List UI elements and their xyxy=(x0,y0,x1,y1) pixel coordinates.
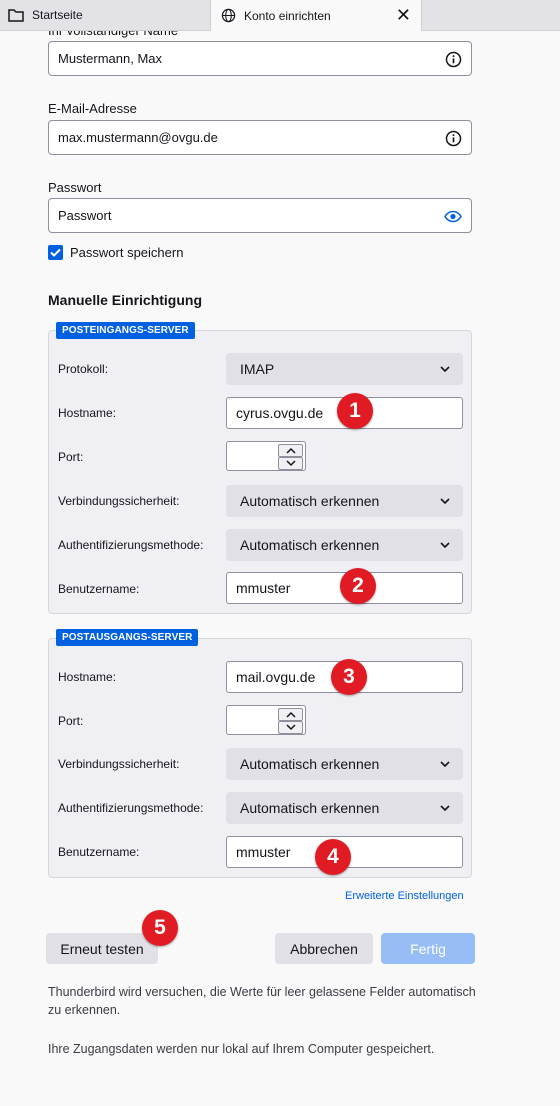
outgoing-auth-value: Automatisch erkennen xyxy=(240,800,380,816)
outgoing-security-select[interactable]: Automatisch erkennen xyxy=(226,748,463,780)
marker-2: 2 xyxy=(340,568,376,604)
retest-button[interactable]: Erneut testen xyxy=(46,933,158,964)
port-spinner[interactable] xyxy=(278,444,303,470)
save-password-label: Passwort speichern xyxy=(70,245,184,260)
tab-bar: Startseite Konto einrichten ✕ xyxy=(0,0,560,31)
incoming-security-value: Automatisch erkennen xyxy=(240,493,380,509)
outgoing-auth-select[interactable]: Automatisch erkennen xyxy=(226,792,463,824)
advanced-settings-link[interactable]: Erweiterte Einstellungen xyxy=(345,890,464,902)
chevron-down-icon xyxy=(440,542,450,549)
outgoing-port-label: Port: xyxy=(58,714,84,728)
protocol-label: Protokoll: xyxy=(58,362,109,376)
spin-down-button[interactable] xyxy=(278,457,303,470)
manual-setup-title: Manuelle Einrichtigung xyxy=(48,292,203,308)
info-icon[interactable] xyxy=(445,51,462,68)
tab-startseite-label: Startseite xyxy=(32,8,83,22)
marker-4: 4 xyxy=(315,839,351,875)
incoming-hostname-label: Hostname: xyxy=(58,406,117,420)
incoming-auth-label: Authentifizierungsmethode: xyxy=(58,538,204,552)
save-password-checkbox[interactable] xyxy=(48,245,63,260)
checkmark-icon xyxy=(50,248,61,257)
password-label: Passwort xyxy=(48,180,102,195)
chevron-down-icon xyxy=(285,460,296,467)
marker-1: 1 xyxy=(337,393,373,429)
chevron-down-icon xyxy=(440,498,450,505)
tab-konto-einrichten[interactable]: Konto einrichten ✕ xyxy=(210,0,422,31)
chevron-up-icon xyxy=(285,711,296,718)
incoming-security-select[interactable]: Automatisch erkennen xyxy=(226,485,463,517)
outgoing-username-value: mmuster xyxy=(236,844,291,860)
password-value: Passwort xyxy=(58,208,112,223)
incoming-username-value: mmuster xyxy=(236,580,291,596)
incoming-auth-value: Automatisch erkennen xyxy=(240,537,380,553)
folder-icon xyxy=(8,9,24,22)
spin-up-button[interactable] xyxy=(278,708,303,721)
outgoing-username-label: Benutzername: xyxy=(58,845,140,859)
chevron-down-icon xyxy=(440,805,450,812)
outgoing-security-label: Verbindungssicherheit: xyxy=(58,757,180,771)
autodetect-note: Thunderbird wird versuchen, die Werte fü… xyxy=(48,985,476,1017)
close-icon[interactable]: ✕ xyxy=(396,6,411,24)
done-button[interactable]: Fertig xyxy=(381,933,475,964)
chevron-down-icon xyxy=(285,724,296,731)
password-field[interactable]: Passwort xyxy=(48,198,472,233)
outgoing-server-badge: POSTAUSGANGS-SERVER xyxy=(56,629,199,646)
spin-up-button[interactable] xyxy=(278,444,303,457)
name-value: Mustermann, Max xyxy=(58,51,163,66)
chevron-down-icon xyxy=(440,761,450,768)
incoming-port-label: Port: xyxy=(58,450,84,464)
protocol-value: IMAP xyxy=(240,361,275,377)
incoming-security-label: Verbindungssicherheit: xyxy=(58,494,180,508)
marker-3: 3 xyxy=(331,659,367,695)
local-storage-note: Ihre Zugangsdaten werden nur lokal auf I… xyxy=(48,1042,435,1056)
marker-5: 5 xyxy=(142,910,178,946)
port-spinner[interactable] xyxy=(278,708,303,734)
email-field[interactable]: max.mustermann@ovgu.de xyxy=(48,120,472,155)
outgoing-security-value: Automatisch erkennen xyxy=(240,756,380,772)
incoming-auth-select[interactable]: Automatisch erkennen xyxy=(226,529,463,561)
name-field[interactable]: Mustermann, Max xyxy=(48,41,472,76)
chevron-up-icon xyxy=(285,447,296,454)
incoming-port-input[interactable] xyxy=(226,441,306,471)
spin-down-button[interactable] xyxy=(278,721,303,734)
outgoing-hostname-value: mail.ovgu.de xyxy=(236,669,316,685)
cancel-button[interactable]: Abbrechen xyxy=(275,933,373,964)
eye-icon[interactable] xyxy=(444,208,462,225)
incoming-server-badge: POSTEINGANGS-SERVER xyxy=(56,322,195,339)
chevron-down-icon xyxy=(440,366,450,373)
tab-startseite[interactable]: Startseite xyxy=(0,0,210,30)
globe-icon xyxy=(221,8,236,23)
incoming-username-label: Benutzername: xyxy=(58,582,140,596)
outgoing-auth-label: Authentifizierungsmethode: xyxy=(58,801,204,815)
tab-konto-einrichten-label: Konto einrichten xyxy=(244,8,331,23)
email-value: max.mustermann@ovgu.de xyxy=(58,130,218,145)
protocol-select[interactable]: IMAP xyxy=(226,353,463,385)
email-label: E-Mail-Adresse xyxy=(48,101,137,116)
incoming-hostname-value: cyrus.ovgu.de xyxy=(236,405,324,421)
outgoing-port-input[interactable] xyxy=(226,705,306,735)
outgoing-hostname-label: Hostname: xyxy=(58,670,117,684)
info-icon[interactable] xyxy=(445,130,462,147)
